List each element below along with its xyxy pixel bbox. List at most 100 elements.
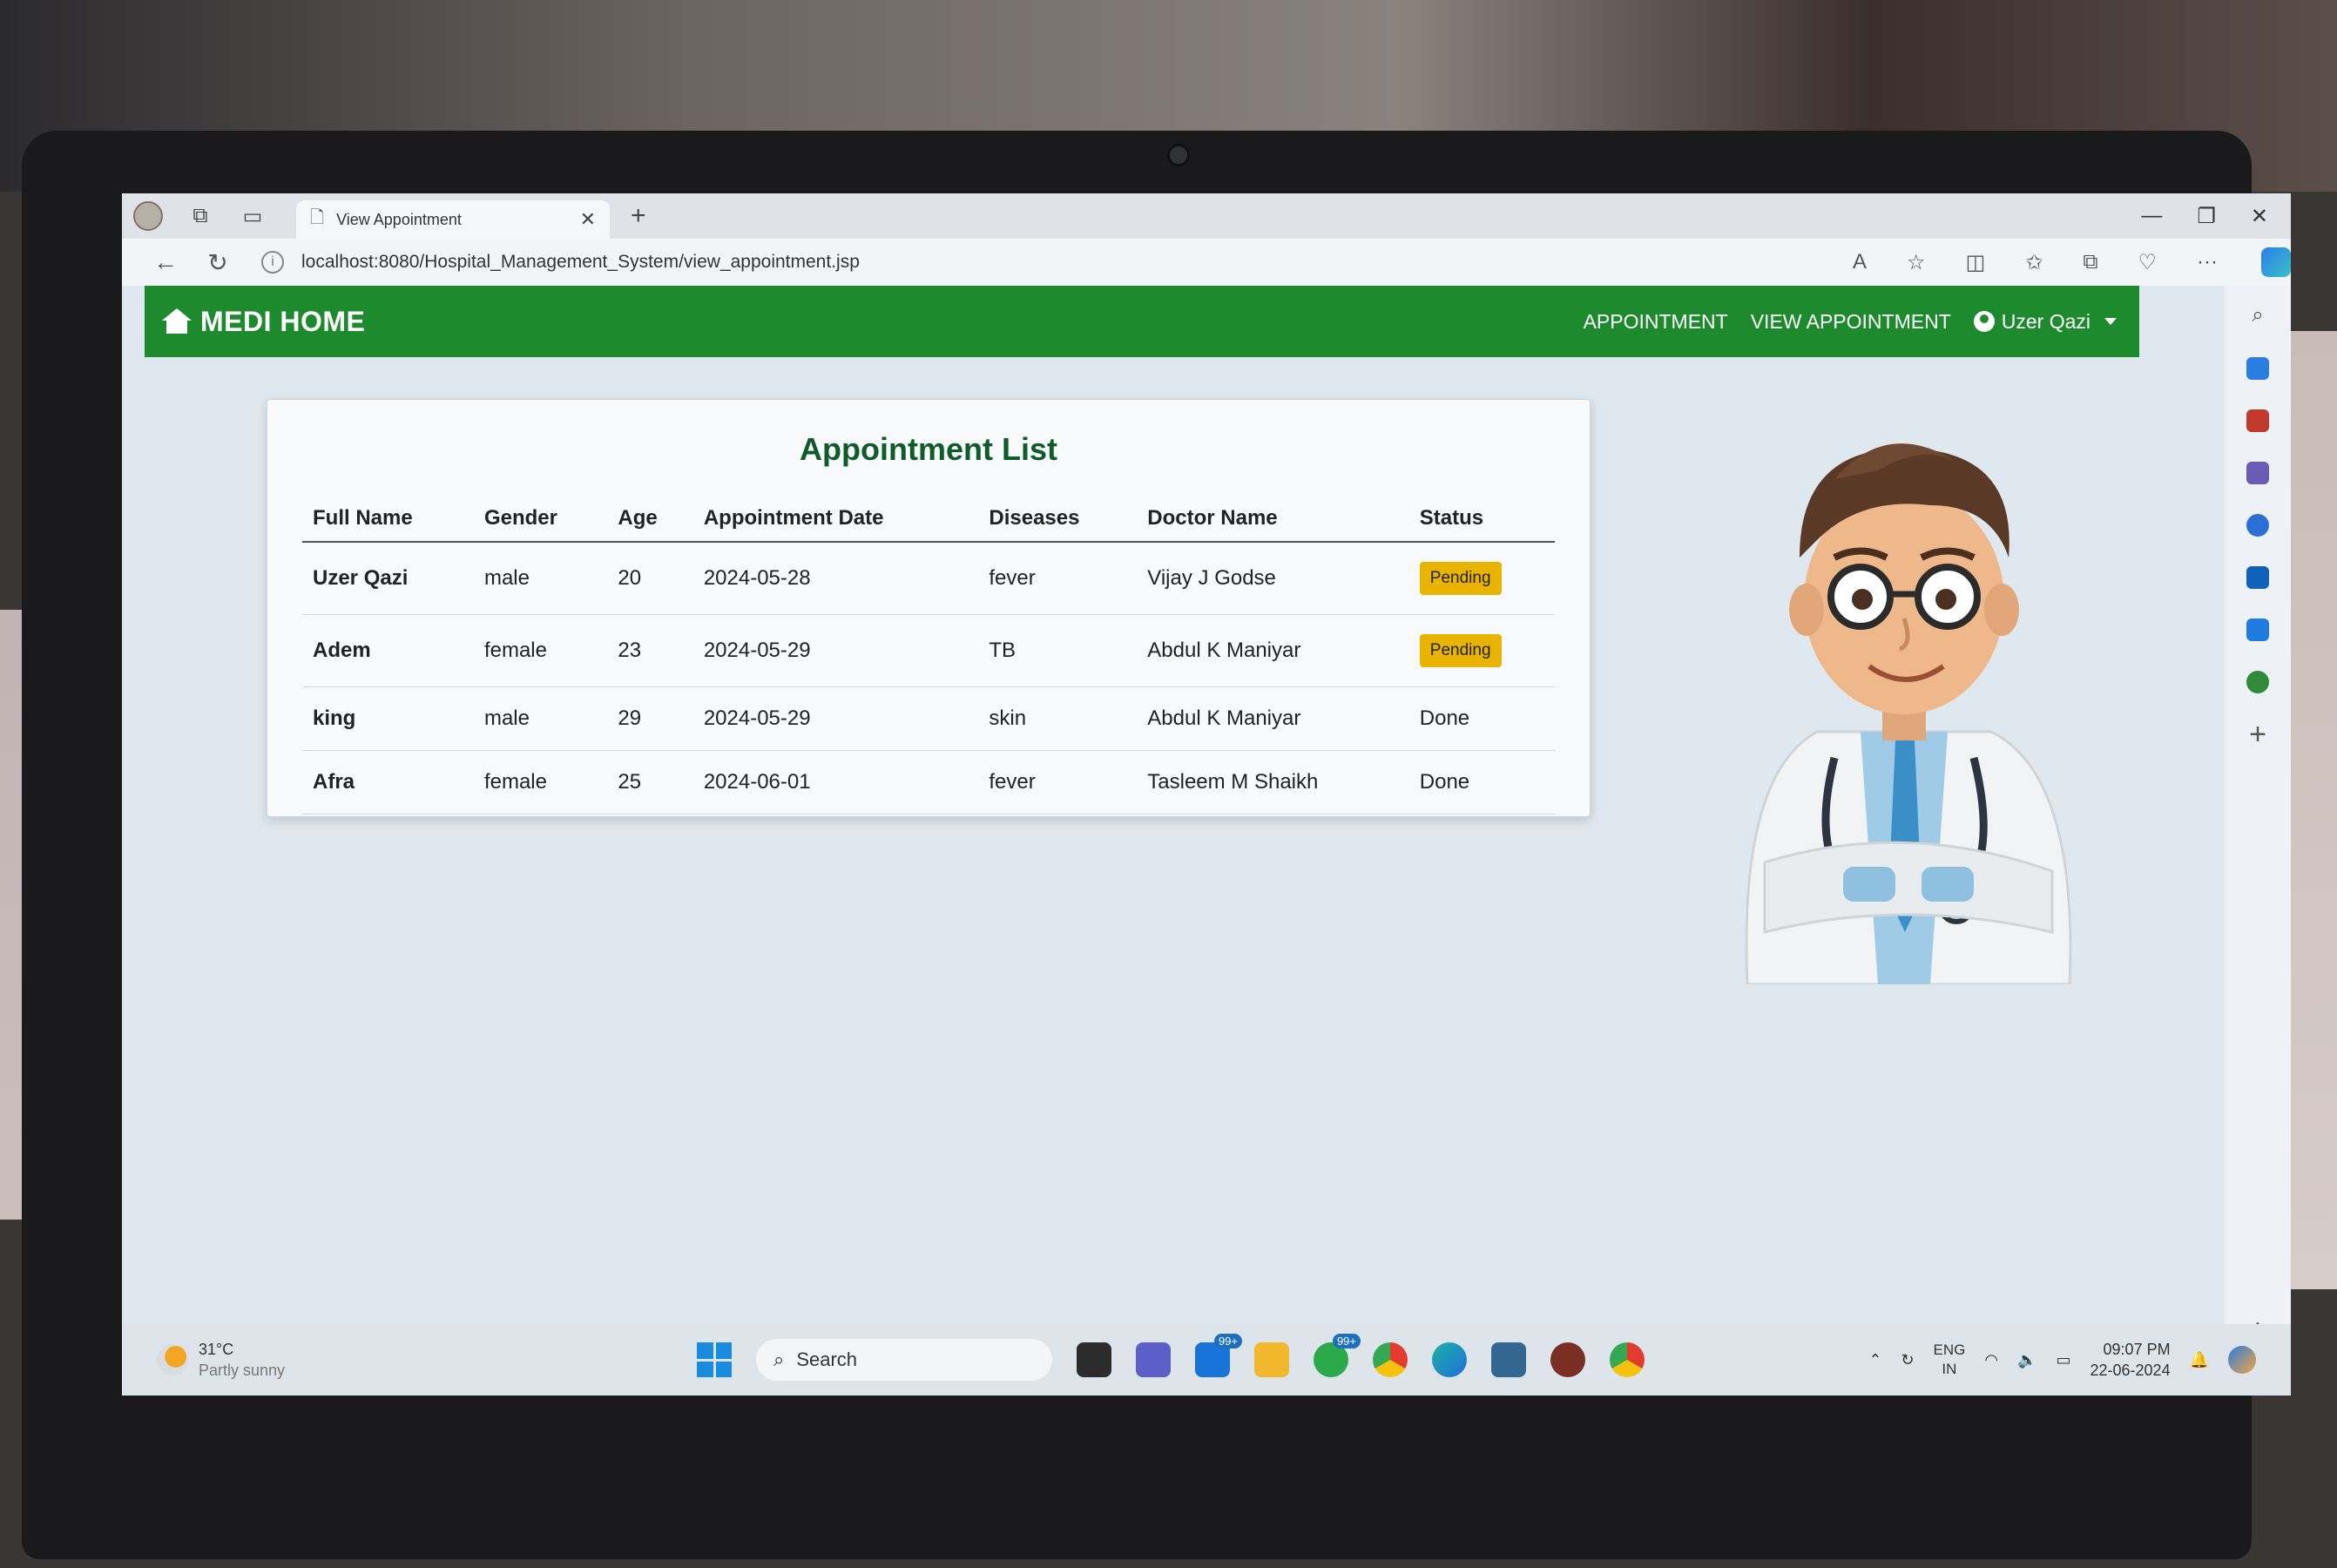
- avatar: [133, 201, 163, 231]
- lang-line1: ENG: [1933, 1342, 1966, 1358]
- col-status: Status: [1408, 496, 1555, 543]
- cell-doctor: Tasleem M Shaikh: [1137, 750, 1409, 814]
- new-tab-button[interactable]: +: [631, 201, 646, 231]
- shopping-icon[interactable]: [2246, 357, 2269, 380]
- teams-icon[interactable]: [1136, 1342, 1171, 1377]
- outlook-icon[interactable]: [2246, 566, 2269, 589]
- wifi-icon[interactable]: ◠: [1984, 1351, 1998, 1369]
- col-age: Age: [607, 496, 693, 543]
- add-sidebar-app-icon[interactable]: +: [2249, 720, 2266, 749]
- cell-doctor: Abdul K Maniyar: [1137, 686, 1409, 751]
- close-window-icon[interactable]: ✕: [2251, 204, 2268, 229]
- cell-status: Pending: [1408, 542, 1555, 615]
- edge-icon[interactable]: [1432, 1342, 1467, 1377]
- tree-icon[interactable]: [2246, 671, 2269, 693]
- office-icon[interactable]: [2246, 514, 2269, 537]
- favorites-icon[interactable]: ✩: [2025, 250, 2043, 275]
- cell-gender: female: [473, 614, 608, 687]
- back-icon[interactable]: ←: [139, 248, 192, 276]
- col-doctor-name: Doctor Name: [1137, 496, 1409, 543]
- notification-bell-icon[interactable]: 🔔: [2190, 1351, 2209, 1369]
- send-icon[interactable]: [2246, 618, 2269, 641]
- read-aloud-icon[interactable]: A: [1853, 250, 1867, 275]
- split-screen-icon[interactable]: ◫: [1966, 250, 1986, 275]
- col-gender: Gender: [473, 496, 608, 543]
- windows-start-icon[interactable]: [697, 1342, 732, 1377]
- collections-icon[interactable]: ⧉: [2083, 250, 2097, 275]
- weather-temp: 31°C: [199, 1341, 234, 1358]
- col-full-name: Full Name: [302, 496, 474, 543]
- copilot-icon[interactable]: [2261, 247, 2291, 277]
- games-icon[interactable]: [2246, 462, 2269, 484]
- chevron-up-icon[interactable]: ⌃: [1868, 1351, 1881, 1369]
- system-tray: ⌃ ↻ ENG IN ◠ 🔈 ▭ 09:07 PM 22-06-2024 🔔: [1868, 1339, 2256, 1381]
- tab-view-appointment[interactable]: 🗋 View Appointment ✕: [296, 200, 610, 239]
- tools-icon[interactable]: [2246, 409, 2269, 432]
- restore-icon[interactable]: ❐: [2197, 204, 2216, 229]
- nav-appointment-link[interactable]: APPOINTMENT: [1584, 310, 1728, 334]
- file-explorer-icon[interactable]: [1254, 1342, 1289, 1377]
- whatsapp-icon[interactable]: 99+: [1314, 1334, 1361, 1377]
- appointment-card: Appointment List Full Name Gender Age Ap…: [267, 399, 1591, 817]
- taskbar-search[interactable]: ⌕ Search: [756, 1339, 1052, 1381]
- task-view-icon[interactable]: [1077, 1342, 1111, 1377]
- brand-logo[interactable]: MEDI HOME: [162, 306, 365, 338]
- col-diseases: Diseases: [978, 496, 1138, 543]
- url-field[interactable]: localhost:8080/Hospital_Management_Syste…: [301, 252, 860, 273]
- tab-actions-icon[interactable]: ▭: [226, 193, 279, 239]
- cell-date: 2024-06-01: [692, 750, 979, 814]
- page-icon: 🗋: [310, 208, 325, 227]
- postgres-icon[interactable]: [1491, 1342, 1526, 1377]
- house-icon: [162, 308, 192, 335]
- mail-icon[interactable]: 99+: [1195, 1334, 1242, 1377]
- browser-essentials-icon[interactable]: ♡: [2138, 250, 2158, 275]
- workspaces-icon[interactable]: ⧉: [174, 193, 226, 239]
- cell-status: Done: [1408, 686, 1555, 751]
- search-icon: ⌕: [773, 1348, 785, 1370]
- chrome-icon[interactable]: [1373, 1342, 1408, 1377]
- cell-disease: skin: [978, 686, 1138, 751]
- weather-widget[interactable]: 31°C Partly sunny: [122, 1339, 285, 1381]
- brand-name: MEDI HOME: [200, 305, 366, 337]
- battery-icon[interactable]: ▭: [2056, 1351, 2070, 1369]
- cell-date: 2024-05-29: [692, 614, 979, 687]
- site-info-icon[interactable]: i: [261, 251, 284, 274]
- search-icon[interactable]: ⌕: [2252, 303, 2263, 328]
- cell-age: 23: [607, 614, 693, 687]
- language-indicator[interactable]: ENG IN: [1934, 1341, 1966, 1379]
- minimize-icon[interactable]: —: [2141, 204, 2162, 229]
- site-navbar: MEDI HOME APPOINTMENT VIEW APPOINTMENT U…: [145, 286, 2139, 357]
- chrome-profile-icon[interactable]: [1610, 1342, 1645, 1377]
- windows-taskbar: 31°C Partly sunny ⌕ Search 99+ 99+ ⌃ ↻ E…: [122, 1324, 2291, 1396]
- partly-sunny-icon: [157, 1344, 188, 1375]
- laptop-screen: ⧉ ▭ 🗋 View Appointment ✕ + — ❐ ✕ ← ↻ i l…: [122, 193, 2291, 1396]
- favorite-star-icon[interactable]: ☆: [1907, 250, 1926, 275]
- close-tab-icon[interactable]: ✕: [580, 208, 596, 231]
- profile-avatar[interactable]: [122, 193, 174, 239]
- cell-gender: male: [473, 542, 608, 615]
- cell-name: king: [302, 686, 474, 751]
- weather-text: 31°C Partly sunny: [199, 1339, 285, 1381]
- volume-icon[interactable]: 🔈: [2017, 1351, 2036, 1369]
- sync-icon[interactable]: ↻: [1901, 1351, 1914, 1369]
- cell-age: 20: [607, 542, 693, 615]
- cell-doctor: Abdul K Maniyar: [1137, 614, 1409, 687]
- status-badge: Pending: [1419, 562, 1502, 595]
- refresh-icon[interactable]: ↻: [192, 248, 244, 277]
- webcam: [1167, 144, 1190, 166]
- more-options-icon[interactable]: ···: [2197, 250, 2218, 275]
- lang-line2: IN: [1942, 1361, 1957, 1377]
- cell-status: Pending: [1408, 614, 1555, 687]
- weather-desc: Partly sunny: [199, 1362, 286, 1379]
- table-row: Adem female 23 2024-05-29 TB Abdul K Man…: [302, 614, 1555, 687]
- user-dropdown[interactable]: Uzer Qazi: [1973, 310, 2117, 334]
- nav-view-appointment-link[interactable]: VIEW APPOINTMENT: [1751, 310, 1951, 334]
- clock[interactable]: 09:07 PM 22-06-2024: [2090, 1339, 2171, 1381]
- col-appointment-date: Appointment Date: [692, 496, 979, 543]
- cell-doctor: Vijay J Godse: [1137, 542, 1409, 615]
- user-circle-icon: [1973, 311, 1995, 332]
- copilot-tray-icon[interactable]: [2228, 1346, 2256, 1374]
- cell-date: 2024-05-29: [692, 686, 979, 751]
- clock-date: 22-06-2024: [2090, 1362, 2171, 1379]
- app-icon[interactable]: [1550, 1342, 1585, 1377]
